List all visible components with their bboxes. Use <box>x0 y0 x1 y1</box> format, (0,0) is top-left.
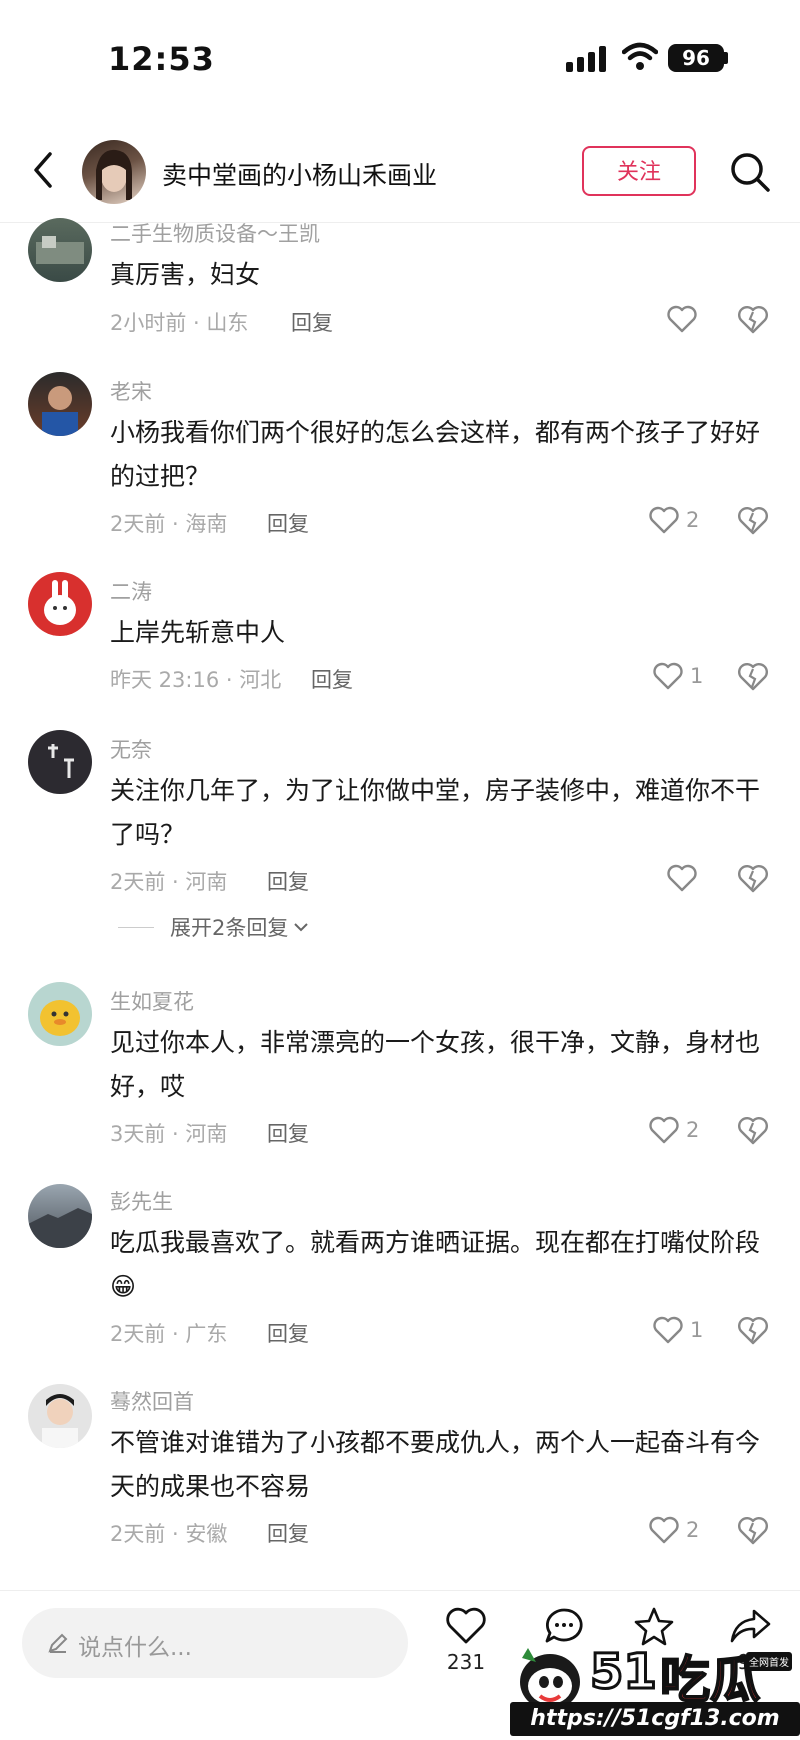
expand-replies[interactable]: 展开2条回复 <box>118 912 310 942</box>
heart-icon <box>667 305 697 333</box>
comment-input-placeholder: 说点什么... <box>78 1635 192 1661</box>
comment-text: 真厉害，妇女 <box>110 260 261 289</box>
expand-replies-label: 展开2条回复 <box>170 916 289 940</box>
like-button[interactable] <box>666 861 704 895</box>
dislike-icon[interactable] <box>736 1113 770 1147</box>
pencil-icon <box>48 1633 68 1653</box>
dislike-icon[interactable] <box>736 861 770 895</box>
comment-avatar[interactable] <box>28 1184 92 1248</box>
signal-icon <box>566 46 606 72</box>
author-avatar[interactable] <box>82 140 146 204</box>
watermark-brand-number: 51 <box>589 1643 659 1702</box>
back-icon[interactable] <box>26 150 62 190</box>
like-button[interactable]: 2 <box>648 1113 699 1147</box>
comment-author: 二涛 <box>110 580 152 604</box>
search-icon[interactable] <box>728 150 772 194</box>
watermark-url: https://51cgf13.com <box>510 1702 800 1736</box>
watermark-badge: 全网首发 <box>746 1652 792 1671</box>
comment-avatar[interactable] <box>28 982 92 1046</box>
comment-meta: 2天前 · 海南 <box>110 512 228 536</box>
comment-text: 小杨我看你们两个很好的怎么会这样，都有两个孩子了好好的过把？ <box>110 418 761 491</box>
heart-icon <box>649 1516 679 1544</box>
status-time: 12:53 <box>108 40 215 78</box>
like-button[interactable]: 2 <box>648 503 699 537</box>
comment-meta: 2天前 · 广东 <box>110 1322 228 1346</box>
follow-button[interactable]: 关注 <box>582 146 696 196</box>
like-button[interactable]: 2 <box>648 1513 699 1547</box>
watermark: 51 吃瓜 全网首发 https://51cgf13.com <box>510 1640 800 1739</box>
comment-avatar[interactable] <box>28 372 92 436</box>
comment-avatar[interactable] <box>28 730 92 794</box>
reply-button[interactable]: 回复 <box>267 1118 309 1148</box>
comment-meta: 2天前 · 安徽 <box>110 1522 228 1546</box>
like-button[interactable] <box>666 302 704 336</box>
dislike-icon[interactable] <box>736 1313 770 1347</box>
comment-avatar[interactable] <box>28 572 92 636</box>
reply-button[interactable]: 回复 <box>267 1518 309 1548</box>
like-count: 1 <box>690 664 704 688</box>
like-total: 231 <box>446 1650 486 1674</box>
comment-meta: 3天前 · 河南 <box>110 1122 228 1146</box>
like-count: 1 <box>690 1318 704 1342</box>
comment-author: 老宋 <box>110 380 152 404</box>
comment-text: 不管谁对谁错为了小孩都不要成仇人，两个人一起奋斗有今天的成果也不容易 <box>110 1428 761 1501</box>
comment-meta: 昨天 23:16 · 河北 <box>110 668 282 692</box>
comment-author: 彭先生 <box>110 1190 173 1214</box>
comment-avatar[interactable] <box>28 218 92 282</box>
comment-text: 见过你本人，非常漂亮的一个女孩，很干净，文静，身材也好，哎 <box>110 1028 761 1101</box>
reply-button[interactable]: 回复 <box>267 1318 309 1348</box>
comment-author: 无奈 <box>110 738 152 762</box>
comment-text: 关注你几年了，为了让你做中堂，房子装修中，难道你不干了吗？ <box>110 776 761 849</box>
comment-text: 吃瓜我最喜欢了。就看两方谁晒证据。现在都在打嘴仗阶段😁 <box>110 1228 761 1301</box>
like-button[interactable]: 1 <box>652 659 703 693</box>
battery-tip <box>724 52 728 64</box>
expand-divider <box>118 926 154 928</box>
chevron-down-icon <box>294 923 309 932</box>
heart-icon <box>653 1316 683 1344</box>
heart-icon <box>649 1116 679 1144</box>
comment-avatar[interactable] <box>28 1384 92 1448</box>
comment-author: 蓦然回首 <box>110 1390 194 1414</box>
comment-text: 上岸先斩意中人 <box>110 618 286 647</box>
battery-indicator: 96 <box>668 44 724 72</box>
reply-button[interactable]: 回复 <box>311 664 353 694</box>
heart-icon <box>649 506 679 534</box>
dislike-icon[interactable] <box>736 1513 770 1547</box>
reply-button[interactable]: 回复 <box>267 866 309 896</box>
dislike-icon[interactable] <box>736 503 770 537</box>
comment-meta: 2小时前 · 山东 <box>110 311 249 335</box>
heart-icon <box>667 864 697 892</box>
comment-meta: 2天前 · 河南 <box>110 870 228 894</box>
like-action[interactable]: 231 <box>436 1606 496 1674</box>
reply-button[interactable]: 回复 <box>291 307 333 337</box>
like-button[interactable]: 1 <box>652 1313 703 1347</box>
dislike-icon[interactable] <box>736 302 770 336</box>
like-count: 2 <box>686 1118 700 1142</box>
comment-author: 生如夏花 <box>110 990 194 1014</box>
page-title: 卖中堂画的小杨山禾画业 <box>162 161 438 190</box>
like-count: 2 <box>686 508 700 532</box>
heart-icon <box>446 1607 486 1644</box>
wifi-icon <box>622 42 658 70</box>
like-count: 2 <box>686 1518 700 1542</box>
comment-author: 二手生物质设备～王凯 <box>110 222 320 246</box>
reply-button[interactable]: 回复 <box>267 508 309 538</box>
dislike-icon[interactable] <box>736 659 770 693</box>
heart-icon <box>653 662 683 690</box>
